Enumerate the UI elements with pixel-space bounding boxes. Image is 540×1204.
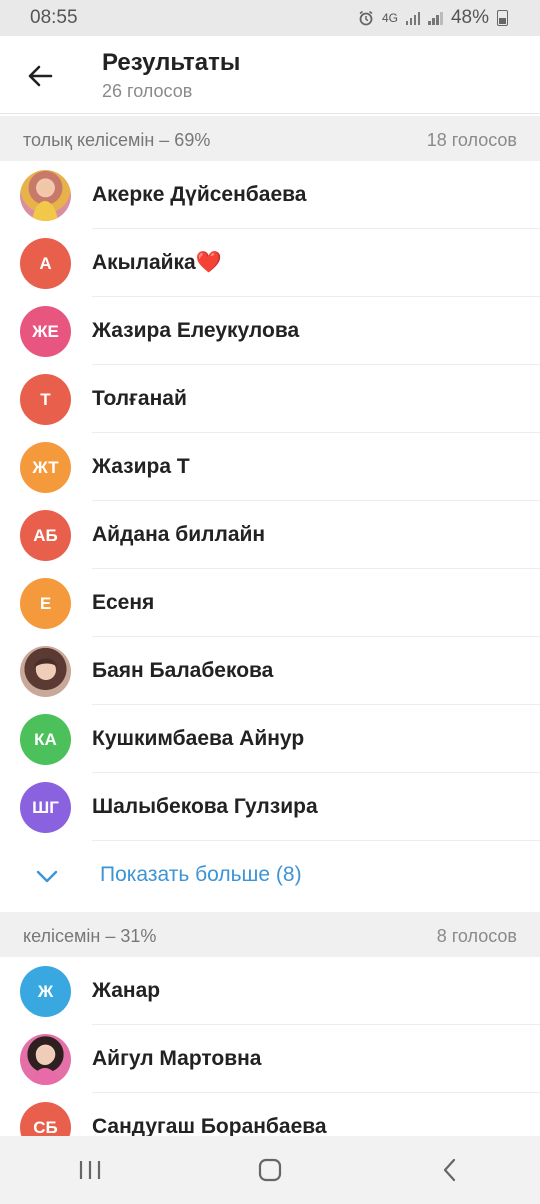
option-header: келісемін – 31% 8 голосов xyxy=(0,912,540,960)
avatar-initials: АБ xyxy=(33,525,58,545)
voter-row[interactable]: Ж Жанар xyxy=(0,957,540,1025)
system-back-button[interactable] xyxy=(420,1145,480,1195)
voter-row[interactable]: Баян Балабекова xyxy=(0,637,540,705)
chevron-down-icon xyxy=(36,870,58,883)
network-type: 4G xyxy=(381,11,398,25)
avatar: КА xyxy=(20,714,71,765)
back-button[interactable] xyxy=(20,56,60,96)
results-header: Результаты 26 голосов xyxy=(0,36,540,114)
show-more-label: Показать больше (8) xyxy=(100,863,302,886)
status-time: 08:55 xyxy=(30,7,78,28)
voter-name: Шалыбекова Гулзира xyxy=(92,795,318,818)
voter-row[interactable]: ЖЕ Жазира Елеукулова xyxy=(0,297,540,365)
voter-name: Айгул Мартовна xyxy=(92,1047,262,1070)
avatar-initials: СБ xyxy=(33,1117,58,1137)
voter-name: Толғанай xyxy=(92,387,187,410)
voter-name: Айдана биллайн xyxy=(92,523,266,546)
voter-row[interactable]: Акерке Дүйсенбаева xyxy=(0,161,540,229)
battery-percent: 48% xyxy=(450,7,489,28)
alarm-icon xyxy=(359,10,373,26)
voter-row[interactable]: Т Толғанай xyxy=(0,365,540,433)
option-votes: 18 голосов xyxy=(426,129,517,150)
home-button[interactable] xyxy=(240,1145,300,1195)
user-photo-icon xyxy=(34,658,58,680)
recent-apps-icon xyxy=(79,1161,101,1179)
option-label: келісемін – 31% xyxy=(23,925,157,946)
avatar: АБ xyxy=(20,510,71,561)
system-nav-bar xyxy=(0,1136,540,1204)
avatar xyxy=(20,1034,71,1085)
avatar: ЖЕ xyxy=(20,306,71,357)
voter-row[interactable]: АБ Айдана биллайн xyxy=(0,501,540,569)
avatar: ШГ xyxy=(20,782,71,833)
option-label: толық келісемін – 69% xyxy=(23,129,211,150)
status-icons: 4G 48% xyxy=(358,7,508,29)
voter-name: Кушкимбаева Айнур xyxy=(92,727,305,750)
avatar: Т xyxy=(20,374,71,425)
avatar: А xyxy=(20,238,71,289)
voter-row[interactable]: ШГ Шалыбекова Гулзира xyxy=(0,773,540,841)
vote-count: 26 голосов xyxy=(102,81,193,101)
avatar-initials: А xyxy=(39,253,52,273)
avatar: Е xyxy=(20,578,71,629)
voter-name: Есеня xyxy=(92,591,155,614)
voter-row[interactable]: Е Есеня xyxy=(0,569,540,637)
voter-name: Баян Балабекова xyxy=(92,659,274,682)
voter-name: Жанар xyxy=(92,979,161,1002)
avatar xyxy=(20,170,71,221)
voter-row[interactable]: КА Кушкимбаева Айнур xyxy=(0,705,540,773)
voter-row[interactable]: ЖТ Жазира Т xyxy=(0,433,540,501)
option-header: толық келісемін – 69% 18 голосов xyxy=(0,116,540,164)
avatar: ЖТ xyxy=(20,442,71,493)
voter-name: Акылайка❤️ xyxy=(92,251,222,274)
avatar-initials: ЖТ xyxy=(32,457,59,477)
recent-apps-button[interactable] xyxy=(60,1145,120,1195)
option-votes: 8 голосов xyxy=(436,925,517,946)
status-bar: 08:55 4G 48% xyxy=(0,0,540,36)
voter-name: Акерке Дүйсенбаева xyxy=(92,183,307,206)
voter-row[interactable]: А Акылайка❤️ xyxy=(0,229,540,297)
home-icon xyxy=(258,1158,282,1182)
avatar xyxy=(20,646,71,697)
avatar-initials: Е xyxy=(39,593,52,613)
show-more-button[interactable]: Показать больше (8) xyxy=(0,841,540,909)
avatar-initials: ШГ xyxy=(32,797,59,817)
page-title: Результаты xyxy=(102,49,241,76)
avatar-initials: ЖЕ xyxy=(32,321,59,341)
user-photo-icon xyxy=(32,181,58,221)
voter-name: Жазира Т xyxy=(92,455,190,478)
signal-icon xyxy=(405,11,421,25)
back-arrow-icon xyxy=(28,65,53,87)
back-icon xyxy=(443,1158,456,1182)
avatar-initials: Т xyxy=(40,389,51,409)
user-photo-icon xyxy=(30,1047,60,1085)
signal-icon xyxy=(428,11,443,25)
battery-icon xyxy=(497,10,508,26)
voter-row[interactable]: Айгул Мартовна xyxy=(0,1025,540,1093)
avatar-initials: Ж xyxy=(37,981,54,1001)
voter-name: Жазира Елеукулова xyxy=(92,319,300,342)
avatar: Ж xyxy=(20,966,71,1017)
avatar-initials: КА xyxy=(34,729,57,749)
